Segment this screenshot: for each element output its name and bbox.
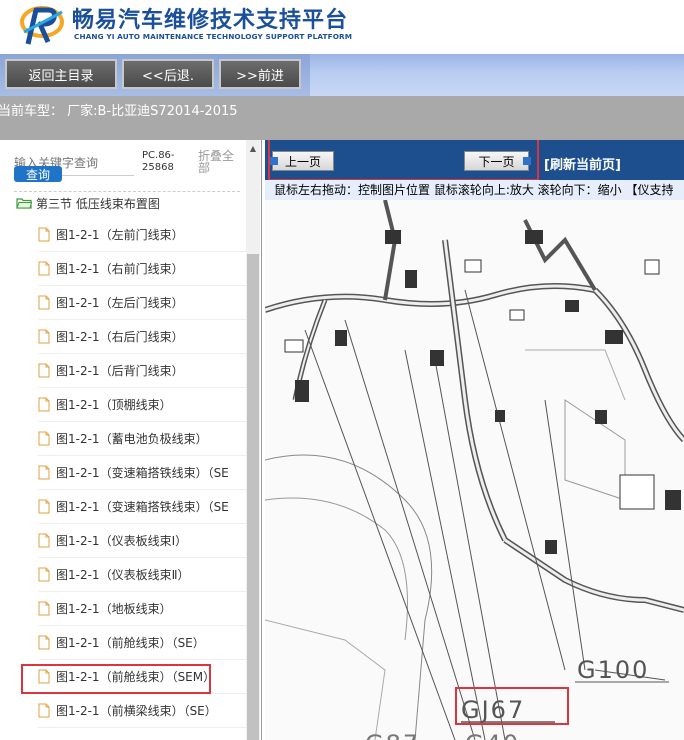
sidebar-item-label: 图1-2-1（仪表板线束Ⅰ） [56, 534, 188, 548]
diagram-viewer: 上一页 下一页 [刷新当前页] 鼠标左右拖动：控制图片位置 鼠标滚轮向上:放大 … [265, 140, 684, 740]
highlight-box-gj67 [455, 687, 569, 725]
tree-folder[interactable]: 第三节 低压线束布置图 [16, 193, 160, 213]
app-title: 畅易汽车维修技术支持平台 [72, 8, 349, 33]
highlight-box-selected-item [21, 664, 211, 694]
sidebar-item-label: 图1-2-1（蓄电池负极线束） [56, 432, 208, 446]
sidebar-item-label: 图1-2-1（地板线束） [56, 602, 172, 616]
sidebar: 查询 PC.86-25868 折叠全部 第三节 低压线束布置图 图1-2-1（左… [0, 140, 262, 740]
sidebar-item-label: 图1-2-1（右前门线束） [56, 262, 184, 276]
sidebar-item-label: 图1-2-1（右后门线束） [56, 330, 184, 344]
sidebar-item[interactable]: 图1-2-1（变速箱搭铁线束）（SE [38, 456, 248, 490]
document-icon [38, 431, 50, 446]
wiring-diagram[interactable]: G100 GJ67 G87 G40 [265, 199, 684, 740]
r-swoosh-logo-icon [20, 6, 64, 45]
sidebar-item[interactable]: 图1-2-1（后背门线束） [38, 354, 248, 388]
collapse-all-link[interactable]: 折叠全部 [198, 150, 238, 174]
sidebar-item-label: 图1-2-1（后背门线束） [56, 364, 184, 378]
document-icon [38, 533, 50, 548]
sidebar-item[interactable]: 图1-2-1（变速箱搭铁线束）（SE [38, 490, 248, 524]
document-icon [38, 567, 50, 582]
wiring-diagram-drawing: G100 GJ67 G87 G40 [265, 199, 684, 740]
sidebar-item-label: 图1-2-1（仪表板线束Ⅱ） [56, 568, 190, 582]
divider [14, 191, 240, 192]
sidebar-item[interactable]: 图1-2-1（右前门线束） [38, 252, 248, 286]
document-icon [38, 295, 50, 310]
sidebar-item[interactable]: 图1-2-1（前横梁线束）（SE） [38, 694, 248, 728]
scroll-thumb[interactable] [247, 254, 259, 740]
sidebar-scrollbar[interactable]: ▲ [246, 140, 260, 740]
viewer-toolbar: 上一页 下一页 [刷新当前页] [265, 140, 684, 181]
document-icon [38, 499, 50, 514]
sidebar-item[interactable]: 图1-2-1（顶棚线束） [38, 388, 248, 422]
label-g87: G87 [365, 730, 420, 740]
top-navbar: 返回主目录 <<后退. >>前进 [0, 54, 684, 96]
model-bar: 当前车型： 厂家:B-比亚迪S72014-2015 [0, 96, 684, 140]
refresh-page-link[interactable]: [刷新当前页] [544, 154, 621, 173]
label-g40: G40 [465, 730, 520, 740]
home-button[interactable]: 返回主目录 [5, 59, 117, 89]
app-header: 畅易汽车维修技术支持平台 CHANG YI AUTO MAINTENANCE T… [0, 0, 684, 54]
sidebar-item[interactable]: 图1-2-1（左前门线束） [38, 218, 248, 252]
pc-code: PC.86-25868 [142, 150, 175, 173]
back-button[interactable]: <<后退. [122, 59, 214, 89]
sidebar-item[interactable]: 图1-2-1（左后门线束） [38, 286, 248, 320]
scroll-up-arrow-icon[interactable]: ▲ [246, 142, 260, 156]
document-icon [38, 703, 50, 718]
forward-button[interactable]: >>前进 [219, 59, 301, 89]
app-subtitle: CHANG YI AUTO MAINTENANCE TECHNOLOGY SUP… [74, 32, 353, 41]
search-button[interactable]: 查询 [14, 166, 62, 182]
sidebar-item-label: 图1-2-1（前舱线束）（SE） [56, 636, 205, 650]
document-icon [38, 601, 50, 616]
sidebar-item[interactable]: 图1-2-1（前舱线束）（SE） [38, 626, 248, 660]
viewer-hint: 鼠标左右拖动：控制图片位置 鼠标滚轮向上:放大 滚轮向下：缩小 【仪支持 [265, 180, 684, 200]
sidebar-item-label: 图1-2-1（左后门线束） [56, 296, 184, 310]
sidebar-item-label: 图1-2-1（左前门线束） [56, 228, 184, 242]
current-model-text: 当前车型： 厂家:B-比亚迪S72014-2015 [0, 104, 238, 119]
document-icon [38, 465, 50, 480]
sidebar-item[interactable]: 图1-2-1（蓄电池负极线束） [38, 422, 248, 456]
document-icon [38, 363, 50, 378]
sidebar-item[interactable]: 图1-2-1（右后门线束） [38, 320, 248, 354]
document-icon [38, 635, 50, 650]
document-icon [38, 261, 50, 276]
sidebar-item[interactable]: 图1-2-1（仪表板线束Ⅰ） [38, 524, 248, 558]
sidebar-item-label: 图1-2-1（顶棚线束） [56, 398, 172, 412]
tree-folder-label: 第三节 低压线束布置图 [36, 196, 160, 211]
sidebar-item[interactable]: 图1-2-1（地板线束） [38, 592, 248, 626]
document-icon [38, 329, 50, 344]
highlight-box-page-buttons [268, 140, 539, 181]
sidebar-item-label: 图1-2-1（变速箱搭铁线束）（SE [56, 466, 229, 480]
sidebar-item-label: 图1-2-1（前横梁线束）（SE） [56, 704, 217, 718]
sidebar-item[interactable]: 图1-2-1（仪表板线束Ⅱ） [38, 558, 248, 592]
document-icon [38, 397, 50, 412]
folder-open-icon [16, 198, 32, 209]
label-g100: G100 [577, 656, 649, 684]
sidebar-item-label: 图1-2-1（变速箱搭铁线束）（SE [56, 500, 229, 514]
document-icon [38, 227, 50, 242]
